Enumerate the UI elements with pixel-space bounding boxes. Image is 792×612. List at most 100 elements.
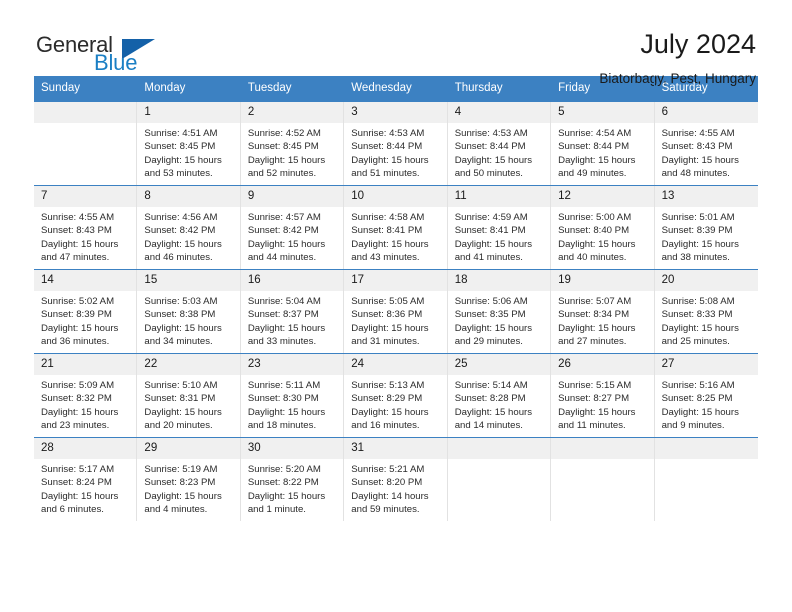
day-details: Sunrise: 4:58 AM Sunset: 8:41 PM Dayligh… xyxy=(344,207,446,269)
day-details: Sunrise: 4:56 AM Sunset: 8:42 PM Dayligh… xyxy=(137,207,239,269)
daylight-text-line1: Daylight: 15 hours xyxy=(351,238,429,250)
general-blue-logo[interactable]: General Blue xyxy=(34,26,174,78)
day-details: Sunrise: 5:19 AM Sunset: 8:23 PM Dayligh… xyxy=(137,459,239,521)
day-cell[interactable]: 20 Sunrise: 5:08 AM Sunset: 8:33 PM Dayl… xyxy=(654,270,758,353)
daylight-text-line2: and 31 minutes. xyxy=(351,336,420,348)
calendar-week-row: 14 Sunrise: 5:02 AM Sunset: 8:39 PM Dayl… xyxy=(34,269,758,353)
daylight-text-line1: Daylight: 15 hours xyxy=(144,238,222,250)
day-number: 13 xyxy=(654,186,758,207)
day-number: 5 xyxy=(551,102,654,123)
day-number: 21 xyxy=(34,354,137,375)
sunset-text: Sunset: 8:36 PM xyxy=(351,309,423,321)
day-number: 7 xyxy=(34,186,137,207)
sunrise-text: Sunrise: 4:58 AM xyxy=(351,212,425,223)
day-cell[interactable]: 17 Sunrise: 5:05 AM Sunset: 8:36 PM Dayl… xyxy=(344,270,448,353)
sunset-text: Sunset: 8:45 PM xyxy=(144,141,216,153)
day-cell[interactable]: 31 Sunrise: 5:21 AM Sunset: 8:20 PM Dayl… xyxy=(344,438,448,521)
day-cell[interactable]: 10 Sunrise: 4:58 AM Sunset: 8:41 PM Dayl… xyxy=(344,186,448,269)
sunrise-text: Sunrise: 5:16 AM xyxy=(661,380,735,391)
daylight-text-line2: and 36 minutes. xyxy=(41,336,110,348)
daylight-text-line2: and 43 minutes. xyxy=(351,252,420,264)
sunset-text: Sunset: 8:33 PM xyxy=(661,309,733,321)
sunset-text: Sunset: 8:28 PM xyxy=(454,393,526,405)
day-number: 23 xyxy=(240,354,344,375)
day-cell[interactable]: 13 Sunrise: 5:01 AM Sunset: 8:39 PM Dayl… xyxy=(654,186,758,269)
day-number: 25 xyxy=(447,354,551,375)
day-number: 3 xyxy=(344,102,447,123)
day-cell[interactable] xyxy=(654,438,758,521)
sunset-text: Sunset: 8:44 PM xyxy=(351,141,423,153)
sunset-text: Sunset: 8:39 PM xyxy=(41,309,112,321)
day-details: Sunrise: 5:14 AM Sunset: 8:28 PM Dayligh… xyxy=(448,375,550,437)
day-cell[interactable] xyxy=(551,438,655,521)
day-number: 17 xyxy=(344,270,447,291)
day-cell[interactable] xyxy=(447,438,552,521)
day-number: 27 xyxy=(654,354,758,375)
sunset-text: Sunset: 8:35 PM xyxy=(454,309,526,321)
daylight-text-line1: Daylight: 15 hours xyxy=(351,406,429,418)
weekday-header-sunday: Sunday xyxy=(34,76,138,101)
daylight-text-line1: Daylight: 15 hours xyxy=(454,406,533,418)
weekday-header-friday: Friday xyxy=(551,76,655,101)
day-cell[interactable]: 4 Sunrise: 4:53 AM Sunset: 8:44 PM Dayli… xyxy=(447,102,552,185)
day-cell[interactable]: 29 Sunrise: 5:19 AM Sunset: 8:23 PM Dayl… xyxy=(137,438,241,521)
sunset-text: Sunset: 8:32 PM xyxy=(41,393,112,405)
daylight-text-line1: Daylight: 15 hours xyxy=(558,154,636,166)
day-cell[interactable]: 12 Sunrise: 5:00 AM Sunset: 8:40 PM Dayl… xyxy=(551,186,655,269)
day-details: Sunrise: 5:16 AM Sunset: 8:25 PM Dayligh… xyxy=(655,375,758,437)
day-cell[interactable]: 1 Sunrise: 4:51 AM Sunset: 8:45 PM Dayli… xyxy=(137,102,241,185)
day-number: 26 xyxy=(551,354,654,375)
day-number: 20 xyxy=(654,270,758,291)
day-cell[interactable]: 6 Sunrise: 4:55 AM Sunset: 8:43 PM Dayli… xyxy=(654,102,758,185)
day-cell[interactable]: 28 Sunrise: 5:17 AM Sunset: 8:24 PM Dayl… xyxy=(34,438,138,521)
sunrise-text: Sunrise: 5:08 AM xyxy=(661,296,735,307)
day-cell[interactable]: 16 Sunrise: 5:04 AM Sunset: 8:37 PM Dayl… xyxy=(240,270,345,353)
day-cell[interactable]: 11 Sunrise: 4:59 AM Sunset: 8:41 PM Dayl… xyxy=(447,186,552,269)
day-cell[interactable]: 19 Sunrise: 5:07 AM Sunset: 8:34 PM Dayl… xyxy=(551,270,655,353)
day-cell[interactable]: 14 Sunrise: 5:02 AM Sunset: 8:39 PM Dayl… xyxy=(34,270,138,353)
logo-text-blue: Blue xyxy=(94,50,138,75)
day-details: Sunrise: 4:53 AM Sunset: 8:44 PM Dayligh… xyxy=(448,123,550,185)
day-details: Sunrise: 5:01 AM Sunset: 8:39 PM Dayligh… xyxy=(655,207,758,269)
day-cell[interactable]: 7 Sunrise: 4:55 AM Sunset: 8:43 PM Dayli… xyxy=(34,186,138,269)
daylight-text-line2: and 9 minutes. xyxy=(661,420,725,432)
day-cell[interactable]: 5 Sunrise: 4:54 AM Sunset: 8:44 PM Dayli… xyxy=(551,102,655,185)
sunrise-text: Sunrise: 5:10 AM xyxy=(144,380,218,391)
day-cell[interactable]: 24 Sunrise: 5:13 AM Sunset: 8:29 PM Dayl… xyxy=(344,354,448,437)
day-cell[interactable]: 3 Sunrise: 4:53 AM Sunset: 8:44 PM Dayli… xyxy=(344,102,448,185)
day-cell[interactable]: 25 Sunrise: 5:14 AM Sunset: 8:28 PM Dayl… xyxy=(447,354,552,437)
daylight-text-line2: and 16 minutes. xyxy=(351,420,420,432)
day-details xyxy=(34,123,136,131)
day-cell[interactable]: 30 Sunrise: 5:20 AM Sunset: 8:22 PM Dayl… xyxy=(240,438,345,521)
sunset-text: Sunset: 8:42 PM xyxy=(144,225,216,237)
sunrise-text: Sunrise: 4:55 AM xyxy=(661,128,735,139)
calendar-week-row: 21 Sunrise: 5:09 AM Sunset: 8:32 PM Dayl… xyxy=(34,353,758,437)
day-cell[interactable]: 9 Sunrise: 4:57 AM Sunset: 8:42 PM Dayli… xyxy=(240,186,345,269)
day-details: Sunrise: 4:59 AM Sunset: 8:41 PM Dayligh… xyxy=(448,207,550,269)
day-cell[interactable]: 22 Sunrise: 5:10 AM Sunset: 8:31 PM Dayl… xyxy=(137,354,241,437)
daylight-text-line1: Daylight: 15 hours xyxy=(41,322,119,334)
day-cell[interactable]: 2 Sunrise: 4:52 AM Sunset: 8:45 PM Dayli… xyxy=(240,102,345,185)
daylight-text-line2: and 23 minutes. xyxy=(41,420,110,432)
sunset-text: Sunset: 8:31 PM xyxy=(144,393,216,405)
day-cell[interactable]: 18 Sunrise: 5:06 AM Sunset: 8:35 PM Dayl… xyxy=(447,270,552,353)
sunrise-text: Sunrise: 5:17 AM xyxy=(41,464,115,475)
sunset-text: Sunset: 8:41 PM xyxy=(454,225,526,237)
day-cell[interactable]: 8 Sunrise: 4:56 AM Sunset: 8:42 PM Dayli… xyxy=(137,186,241,269)
day-cell[interactable]: 27 Sunrise: 5:16 AM Sunset: 8:25 PM Dayl… xyxy=(654,354,758,437)
page-title: July 2024 xyxy=(640,29,756,59)
day-number: 19 xyxy=(551,270,654,291)
day-cell[interactable] xyxy=(34,102,138,185)
daylight-text-line1: Daylight: 15 hours xyxy=(247,154,326,166)
day-cell[interactable]: 15 Sunrise: 5:03 AM Sunset: 8:38 PM Dayl… xyxy=(137,270,241,353)
day-details xyxy=(448,459,550,467)
day-cell[interactable]: 23 Sunrise: 5:11 AM Sunset: 8:30 PM Dayl… xyxy=(240,354,345,437)
day-details xyxy=(551,459,653,467)
day-cell[interactable]: 26 Sunrise: 5:15 AM Sunset: 8:27 PM Dayl… xyxy=(551,354,655,437)
day-details: Sunrise: 4:53 AM Sunset: 8:44 PM Dayligh… xyxy=(344,123,446,185)
day-details: Sunrise: 5:06 AM Sunset: 8:35 PM Dayligh… xyxy=(448,291,550,353)
sunset-text: Sunset: 8:43 PM xyxy=(41,225,112,237)
daylight-text-line1: Daylight: 15 hours xyxy=(41,490,119,502)
day-cell[interactable]: 21 Sunrise: 5:09 AM Sunset: 8:32 PM Dayl… xyxy=(34,354,138,437)
daylight-text-line2: and 50 minutes. xyxy=(454,168,523,180)
